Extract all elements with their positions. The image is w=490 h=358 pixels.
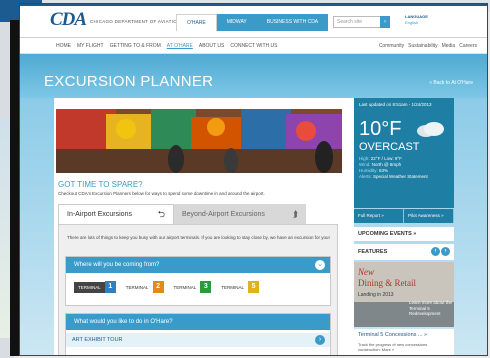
content-area: GOT TIME TO SPARE? Checkout CDA's Excurs…: [20, 98, 487, 355]
back-link[interactable]: « Back to At O'Hare: [429, 80, 473, 86]
cloud-icon: [417, 122, 444, 137]
weather-details: High: 22°F / Low: 9°F Wind: North @ 8mph…: [359, 156, 428, 180]
terminal-number: 3: [200, 281, 212, 293]
terminal-word: TERMINAL: [173, 284, 197, 290]
link-careers[interactable]: Careers: [459, 43, 477, 49]
features-header: FEATURES ‹ ›: [354, 244, 454, 260]
mural-image: [56, 109, 342, 173]
subnav-about[interactable]: ABOUT US: [199, 43, 224, 49]
browser-page: CDA CHICAGO DEPARTMENT OF AVIATION O'HAR…: [19, 3, 488, 356]
weather-updated: Last updated on 8:51am - 1/24/2013: [359, 102, 432, 107]
link-community[interactable]: Community: [379, 43, 404, 49]
tab-beyond-airport[interactable]: Beyond-Airport Excursions ⮭: [174, 204, 306, 224]
section-heading: GOT TIME TO SPARE?: [58, 180, 143, 189]
intro-text: There are lots of things to keep you bus…: [67, 235, 330, 240]
subnav-connect[interactable]: CONNECT WITH US: [230, 43, 277, 49]
link-sustainability[interactable]: Sustainability: [408, 43, 437, 49]
weather-high-low: 22°F / Low: 9°F: [370, 156, 402, 161]
subnav-at-ohare[interactable]: AT O'HARE: [167, 43, 193, 49]
search-input[interactable]: Search site: [333, 16, 387, 28]
external-arrow-icon: ⮭: [292, 208, 298, 219]
t5-title[interactable]: Terminal 5 Concessions ... »: [358, 332, 450, 338]
excursion-tabs: In-Airport Excursions ⮌ Beyond-Airport E…: [58, 204, 306, 224]
return-arrow-icon: ⮌: [157, 208, 165, 219]
weather-humidity: 63%: [379, 168, 389, 173]
excursion-panel: There are lots of things to keep you bus…: [58, 224, 338, 355]
terminal-word: TERMINAL: [221, 284, 245, 290]
main-column: GOT TIME TO SPARE? Checkout CDA's Excurs…: [54, 98, 354, 355]
terminal-2-button[interactable]: TERMINAL 2: [121, 281, 164, 293]
prev-arrow-icon[interactable]: ‹: [431, 247, 440, 256]
upcoming-events-link[interactable]: UPCOMING EVENTS »: [354, 227, 454, 241]
search-button[interactable]: ›: [380, 16, 390, 28]
link-media[interactable]: Media: [442, 43, 456, 49]
logo-subtitle: CHICAGO DEPARTMENT OF AVIATION: [90, 19, 181, 24]
weather-widget: Last updated on 8:51am - 1/24/2013 10°F …: [354, 98, 454, 208]
sidebar: Last updated on 8:51am - 1/24/2013 10°F …: [354, 98, 454, 355]
header-top-bar: [20, 4, 487, 6]
weather-alerts-key: Alerts:: [359, 174, 372, 179]
terminal-3-button[interactable]: TERMINAL 3: [169, 281, 212, 293]
terminal-number: 2: [152, 281, 164, 293]
weather-wind: North @ 8mph: [371, 162, 402, 167]
language-selector[interactable]: LANGUAGE English: [405, 14, 428, 26]
page-title: EXCURSION PLANNER: [44, 73, 214, 90]
tab-ohare[interactable]: O'HARE: [176, 14, 217, 31]
art-exhibit-tour-item[interactable]: ART EXHIBIT TOUR ›: [66, 333, 330, 347]
coming-from-heading: Where will you be coming from? ⌄: [66, 257, 330, 273]
ad-new: New: [358, 267, 375, 277]
terminal-1-button[interactable]: TERMINAL 1: [74, 281, 116, 293]
tab-beyond-label: Beyond-Airport Excursions: [182, 210, 265, 218]
main-nav: O'HARE MIDWAY BUSINESS WITH CDA: [176, 14, 329, 31]
weather-temp: 10°F: [359, 118, 402, 140]
coming-from-label: Where will you be coming from?: [74, 262, 160, 268]
terminal-selector: TERMINAL 1 TERMINAL 2 TERMINAL 3 TERMINAL 5: [74, 281, 260, 293]
site-header: CDA CHICAGO DEPARTMENT OF AVIATION O'HAR…: [20, 4, 487, 38]
weather-humidity-key: Humidity:: [359, 168, 378, 173]
language-label: LANGUAGE: [405, 14, 428, 19]
sub-nav: HOME MY FLIGHT GETTING TO & FROM AT O'HA…: [20, 38, 487, 54]
weather-high-low-key: High:: [359, 156, 370, 161]
next-arrow-icon[interactable]: ›: [441, 247, 450, 256]
weather-alerts[interactable]: Special Weather Statement: [373, 174, 428, 179]
terminal-number: 5: [248, 281, 260, 293]
language-value: English: [405, 20, 419, 25]
subnav-home[interactable]: HOME: [56, 43, 71, 49]
activity-box: What would you like to do in O'Hare? ART…: [65, 313, 331, 355]
section-desc: Checkout CDA's Excursion Planners below …: [58, 191, 265, 196]
subnav-getting[interactable]: GETTING TO & FROM: [110, 43, 161, 49]
terminal-5-button[interactable]: TERMINAL 5: [217, 281, 260, 293]
terminal5-feature: Terminal 5 Concessions ... » Track the p…: [354, 329, 454, 355]
feature-ad[interactable]: New Dining & Retail Landing in 2013 Lear…: [354, 262, 454, 327]
weather-condition: OVERCAST: [359, 141, 420, 153]
ad-learn-more: Learn more about the Terminal 5 Redevelo…: [409, 300, 453, 316]
full-report-link[interactable]: Full Report »: [354, 209, 404, 223]
features-label: FEATURES: [358, 249, 388, 255]
art-exhibit-label: ART EXHIBIT TOUR: [72, 337, 123, 343]
tab-in-airport-label: In-Airport Excursions: [67, 211, 132, 218]
chevron-down-icon[interactable]: ⌄: [315, 260, 325, 270]
activity-label: What would you like to do in O'Hare?: [74, 319, 173, 325]
terminal-word: TERMINAL: [74, 281, 105, 293]
cda-logo[interactable]: CDA: [50, 9, 87, 31]
ad-title: Dining & Retail: [358, 278, 416, 288]
subnav-my-flight[interactable]: MY FLIGHT: [77, 43, 104, 49]
ad-landing: Landing in 2013: [358, 292, 394, 298]
coming-from-box: Where will you be coming from? ⌄ TERMINA…: [65, 256, 331, 306]
pilot-awareness-link[interactable]: Pilot Awareness »: [404, 209, 454, 223]
chevron-right-icon: ›: [315, 335, 325, 345]
terminal-word: TERMINAL: [125, 284, 149, 290]
tab-midway[interactable]: MIDWAY: [216, 14, 257, 31]
terminal-number: 1: [104, 281, 116, 293]
page-banner: EXCURSION PLANNER « Back to At O'Hare: [20, 54, 487, 98]
t5-desc: Track the progress of new concessions co…: [358, 342, 428, 352]
tab-business[interactable]: BUSINESS WITH CDA: [256, 14, 329, 31]
activity-heading: What would you like to do in O'Hare?: [66, 314, 330, 330]
weather-wind-key: Wind:: [359, 162, 371, 167]
weather-links: Full Report » Pilot Awareness »: [354, 209, 454, 223]
tab-in-airport[interactable]: In-Airport Excursions ⮌: [58, 204, 174, 224]
